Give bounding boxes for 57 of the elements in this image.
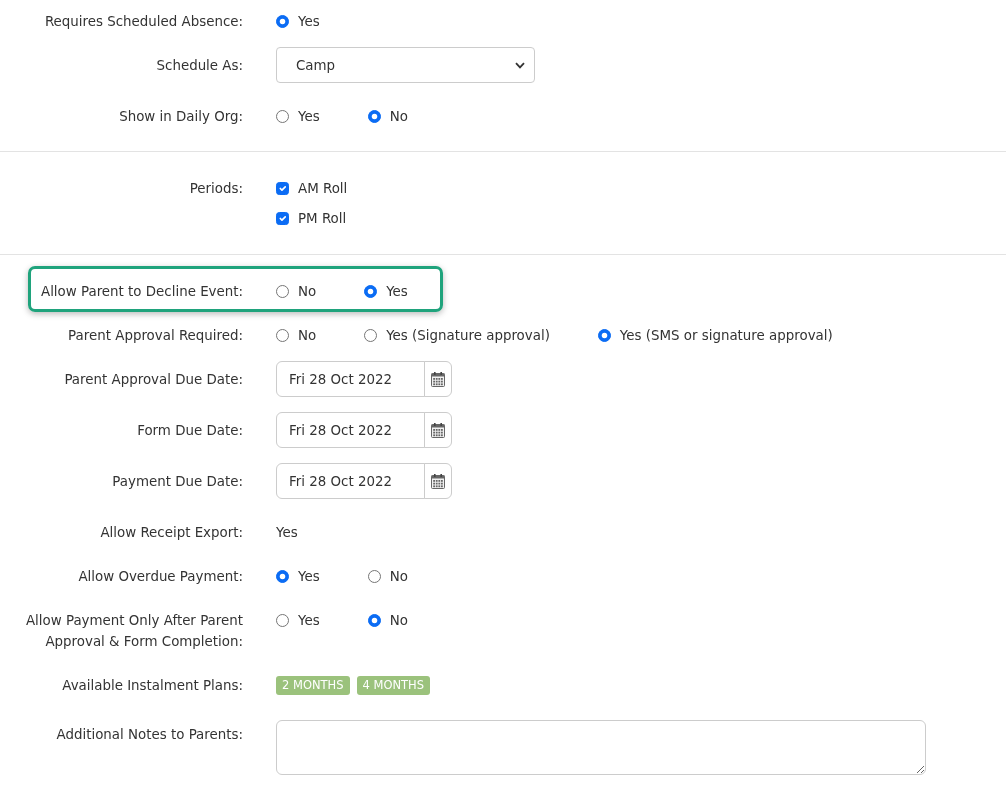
checkbox[interactable] <box>276 181 289 195</box>
field-label: Schedule As: <box>155 56 243 75</box>
field-label: Parent Approval Required: <box>67 326 243 345</box>
checkbox[interactable] <box>276 211 289 225</box>
option-label[interactable]: Yes <box>298 565 320 587</box>
radio-button[interactable] <box>276 613 289 627</box>
field-label: Allow Overdue Payment: <box>77 567 243 586</box>
notes-field[interactable] <box>276 720 926 775</box>
option-label[interactable]: Yes (SMS or signature approval) <box>619 324 833 346</box>
option-label[interactable]: Yes (Signature approval) <box>386 324 550 346</box>
calendar-button[interactable] <box>424 361 452 397</box>
field-label: Allow Parent to Decline Event: <box>39 282 243 301</box>
radio-button[interactable] <box>367 109 381 123</box>
radio-button[interactable] <box>276 569 289 583</box>
calendar-icon <box>431 371 445 387</box>
date-field[interactable]: Fri 28 Oct 2022 <box>276 463 425 499</box>
field-label: Additional Notes to Parents: <box>55 725 243 744</box>
radio-button[interactable] <box>364 328 378 342</box>
option-label[interactable]: No <box>389 609 408 631</box>
option-label[interactable]: PM Roll <box>298 207 347 229</box>
option-label[interactable]: Yes <box>298 10 320 32</box>
radio-button[interactable] <box>276 284 289 298</box>
field-label: Show in Daily Org: <box>118 107 243 126</box>
chevron-down-icon <box>515 61 525 69</box>
calendar-icon <box>431 473 445 489</box>
calendar-button[interactable] <box>424 463 452 499</box>
field-label: Parent Approval Due Date: <box>63 370 243 389</box>
field-label: Allow Payment Only After Parent Approval & Form Completion: <box>24 611 243 651</box>
option-label[interactable]: Yes <box>298 105 320 127</box>
instalment-plan-tag: 2 MONTHS <box>276 675 350 695</box>
field-label: Form Due Date: <box>136 421 243 440</box>
field-label: Allow Receipt Export: <box>99 523 243 542</box>
field-label: Payment Due Date: <box>111 472 243 491</box>
option-label[interactable]: Yes <box>298 609 320 631</box>
field-label: Available Instalment Plans: <box>61 676 243 695</box>
option-label[interactable]: AM Roll <box>298 177 348 199</box>
field-value: Yes <box>276 523 298 542</box>
field-label: Periods: <box>188 179 243 198</box>
radio-button[interactable] <box>597 328 611 342</box>
radio-button[interactable] <box>276 14 289 28</box>
option-label[interactable]: No <box>389 565 408 587</box>
field-label: Requires Scheduled Absence: <box>43 12 243 31</box>
radio-button[interactable] <box>364 284 378 298</box>
date-field[interactable]: Fri 28 Oct 2022 <box>276 412 425 448</box>
option-label[interactable]: No <box>298 280 317 302</box>
date-field[interactable]: Fri 28 Oct 2022 <box>276 361 425 397</box>
radio-button[interactable] <box>276 328 289 342</box>
select-field[interactable]: Camp <box>276 47 535 83</box>
calendar-button[interactable] <box>424 412 452 448</box>
radio-button[interactable] <box>367 613 381 627</box>
option-label[interactable]: Yes <box>386 280 408 302</box>
radio-button[interactable] <box>367 569 381 583</box>
radio-button[interactable] <box>276 109 289 123</box>
option-label[interactable]: No <box>389 105 408 127</box>
option-label[interactable]: No <box>298 324 317 346</box>
instalment-plan-tag: 4 MONTHS <box>356 675 431 695</box>
calendar-icon <box>431 422 445 438</box>
